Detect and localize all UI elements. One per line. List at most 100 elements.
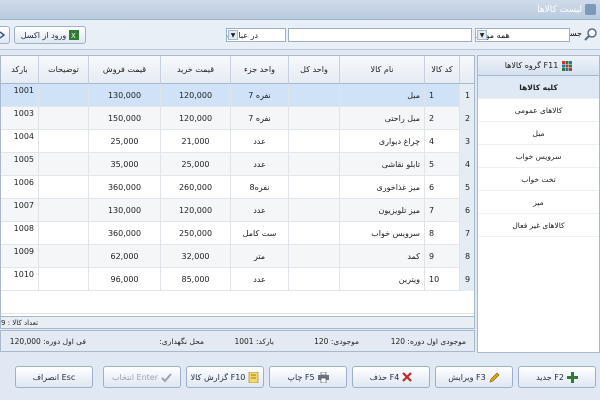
cell-name: تابلو نقاشی (340, 153, 425, 176)
cell-notes (39, 107, 89, 130)
table-row[interactable]: 8 9 کمد متر 32,000 62,000 1009 (1, 245, 474, 268)
new-button[interactable]: جدید F2 (518, 366, 596, 388)
cancel-button[interactable]: انصراف Esc (15, 366, 93, 388)
group-item[interactable]: تخت خواب (478, 168, 599, 191)
column-header-code-label: کد کالا (431, 65, 453, 74)
cell-unit-whole (289, 84, 340, 107)
column-header-sell-price[interactable]: قیمت فروش (89, 56, 161, 84)
cell-notes (39, 130, 89, 153)
column-header-unit-whole[interactable]: واحد کل (289, 56, 340, 84)
cell-code: 7 (425, 199, 460, 222)
search-mode-select[interactable]: ▼ در عبارت (226, 28, 286, 42)
group-item[interactable]: سرویس خواب (478, 145, 599, 168)
nav-button[interactable] (0, 26, 10, 44)
print-button[interactable]: چاپ F5 (269, 366, 347, 388)
cell-code: 8 (425, 222, 460, 245)
group-item[interactable]: کلیه کالاها (478, 76, 599, 99)
cell-notes (39, 153, 89, 176)
table-row[interactable]: 2 2 مبل راحتی 7 نفره 120,000 150,000 1003 (1, 107, 474, 130)
search-input[interactable] (288, 28, 472, 42)
arrow-icon (0, 31, 6, 39)
cell-unit-part: عدد (231, 268, 289, 291)
group-header[interactable]: گروه کالاها F11 (478, 56, 599, 76)
opening-stock: موجودی اول دوره: 120 (390, 337, 466, 346)
column-header-barcode[interactable]: بارکد (1, 56, 39, 84)
table-row[interactable]: 4 5 تابلو نقاشی عدد 25,000 35,000 1005 (1, 153, 474, 176)
cell-unit-whole (289, 268, 340, 291)
check-icon (161, 372, 172, 382)
cell-unit-part: عدد (231, 130, 289, 153)
edit-button-label: ویرایش F3 (448, 372, 486, 382)
group-item[interactable]: مبل (478, 122, 599, 145)
delete-button[interactable]: حذف F4 (352, 366, 430, 388)
cell-buy-price: 21,000 (161, 130, 231, 153)
column-header-unit-part[interactable]: واحد جزء (231, 56, 289, 84)
cell-notes (39, 268, 89, 291)
cell-sell-price: 35,000 (89, 153, 161, 176)
cell-sell-price: 360,000 (89, 222, 161, 245)
cell-notes (39, 245, 89, 268)
table-row[interactable]: 6 7 میز تلویزیون عدد 120,000 130,000 1007 (1, 199, 474, 222)
cell-name: میز غذاخوری (340, 176, 425, 199)
column-header-name[interactable]: نام کالا (340, 56, 425, 84)
empty-row (1, 291, 474, 314)
edit-button[interactable]: ویرایش F3 (435, 366, 513, 388)
table-row[interactable]: 3 4 چراغ دیواری عدد 21,000 25,000 1004 (1, 130, 474, 153)
column-header-barcode-label: بارکد (11, 65, 28, 74)
import-excel-button[interactable]: ورود از اکسل X (14, 26, 86, 44)
info-barcode: بارکد: 1001 (234, 337, 274, 346)
table-row[interactable]: 9 10 ویترین عدد 85,000 96,000 1010 (1, 268, 474, 291)
cell-notes (39, 222, 89, 245)
group-item[interactable]: میز (478, 191, 599, 214)
group-item[interactable]: کالاهای عمومی (478, 99, 599, 122)
column-header-notes[interactable]: توضیحات (39, 56, 89, 84)
cell-buy-price: 260,000 (161, 176, 231, 199)
select-button[interactable]: انتخاب Enter (103, 366, 181, 388)
cell-code: 9 (425, 245, 460, 268)
cell-code: 1 (425, 84, 460, 107)
count-strip: تعداد کالا : 9 (0, 317, 475, 329)
column-header-unit-whole-label: واحد کل (300, 65, 328, 74)
info-strip: موجودی اول دوره: 120 موجودی: 120 بارکد: … (0, 330, 475, 352)
cell-name: میز تلویزیون (340, 199, 425, 222)
group-item[interactable]: کالاهای غیر فعال (478, 214, 599, 237)
table-row[interactable]: 5 6 میز غذاخوری 8نفره 260,000 360,000 1006 (1, 176, 474, 199)
report-button[interactable]: گزارش کالا F10 (186, 366, 264, 388)
delete-icon (402, 372, 413, 382)
table-row[interactable]: 1 1 مبل 7 نفره 120,000 130,000 1001 (1, 84, 474, 107)
cell-code: 10 (425, 268, 460, 291)
stock: موجودی: 120 (314, 337, 359, 346)
cell-barcode: 1004 (1, 130, 39, 153)
search-field-select[interactable]: ▼ همه موارد (475, 28, 570, 42)
title-bar: لیست کالاها (0, 0, 600, 20)
cell-buy-price: 250,000 (161, 222, 231, 245)
items-grid: کد کالا نام کالا واحد کل واحد جزء قیمت خ… (0, 55, 475, 317)
cell-sell-price: 25,000 (89, 130, 161, 153)
storage-location: محل نگهداری: (159, 337, 204, 346)
column-header-buy-price-label: قیمت خرید (176, 65, 215, 74)
action-bar: جدید F2 ویرایش F3 حذف F4 چاپ F5 گزارش کا… (0, 358, 600, 400)
cell-name: سرویس خواب (340, 222, 425, 245)
cell-barcode: 1003 (1, 107, 39, 130)
report-button-label: گزارش کالا F10 (190, 372, 246, 382)
cell-sell-price: 62,000 (89, 245, 161, 268)
cell-barcode: 1008 (1, 222, 39, 245)
cell-name: چراغ دیواری (340, 130, 425, 153)
column-header-code[interactable]: کد کالا (425, 56, 460, 84)
cell-barcode: 1010 (1, 268, 39, 291)
cell-notes (39, 199, 89, 222)
import-excel-label: ورود از اکسل (20, 30, 67, 40)
cell-sell-price: 130,000 (89, 199, 161, 222)
column-header-buy-price[interactable]: قیمت خرید (161, 56, 231, 84)
cell-buy-price: 25,000 (161, 153, 231, 176)
opening-price: فی اول دوره: 120,000 (9, 337, 86, 346)
cell-buy-price: 120,000 (161, 107, 231, 130)
cell-buy-price: 85,000 (161, 268, 231, 291)
delete-button-label: حذف F4 (369, 372, 400, 382)
table-row[interactable]: 7 8 سرویس خواب ست کامل 250,000 360,000 1008 (1, 222, 474, 245)
cell-unit-part: عدد (231, 153, 289, 176)
search-icon[interactable] (584, 27, 598, 41)
cell-unit-whole (289, 176, 340, 199)
cell-unit-whole (289, 107, 340, 130)
cell-code: 5 (425, 153, 460, 176)
